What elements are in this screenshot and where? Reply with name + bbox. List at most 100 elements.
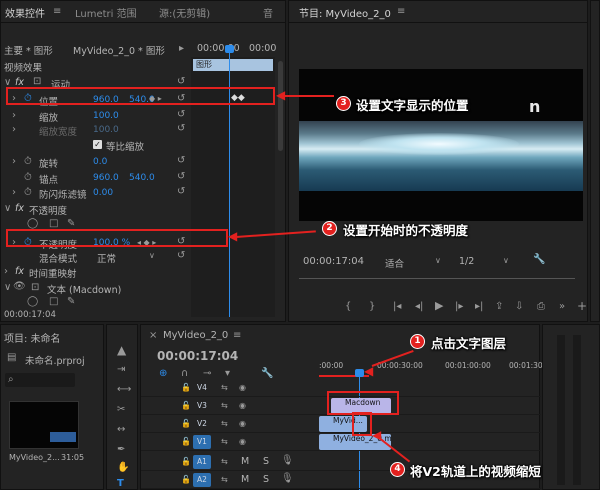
ellipse-mask-icon[interactable]: ◯ <box>27 219 38 229</box>
tab-audio[interactable]: 音 <box>263 5 273 20</box>
more-icon[interactable]: » <box>559 302 565 312</box>
pen-mask-icon[interactable]: ✎ <box>67 219 75 229</box>
microphone-icon[interactable]: 🎙 <box>281 456 294 466</box>
type-tool-icon[interactable]: T <box>117 479 124 489</box>
track-label-v1[interactable]: V1 <box>193 435 211 449</box>
sync-lock-icon[interactable]: ⇆ <box>221 401 228 411</box>
rect-mask-icon[interactable]: □ <box>49 297 58 307</box>
effect-controls-scrollbar[interactable] <box>278 61 283 151</box>
solo-button[interactable]: S <box>263 474 269 485</box>
magnet-icon[interactable]: ∩ <box>181 369 188 379</box>
track-source-a2[interactable]: A2 <box>193 473 211 487</box>
ellipse-mask-icon[interactable]: ◯ <box>27 297 38 307</box>
marker-icon[interactable]: ▾ <box>225 369 230 379</box>
collapse-icon[interactable]: ∨ <box>4 283 11 293</box>
expand-icon[interactable]: › <box>12 188 16 198</box>
fit-select[interactable]: 适合 <box>385 256 404 270</box>
resolution-select[interactable]: 1/2 <box>459 256 474 267</box>
track-select-icon[interactable]: ⇥ <box>117 365 125 375</box>
stopwatch-icon[interactable]: ⏱ <box>24 173 32 183</box>
go-to-out-icon[interactable]: ▸| <box>475 302 483 312</box>
microphone-icon[interactable]: 🎙 <box>281 474 294 484</box>
project-search[interactable]: ⌕ <box>5 373 75 387</box>
chevron-down-icon[interactable]: ∨ <box>435 256 441 266</box>
sync-lock-icon[interactable]: ⇆ <box>221 383 228 393</box>
anchor-x-value[interactable]: 960.0 <box>93 173 119 183</box>
lock-icon[interactable]: 🔓 <box>181 457 191 467</box>
timeline-playhead-handle[interactable] <box>355 369 364 377</box>
lock-icon[interactable]: 🔓 <box>181 401 191 411</box>
close-icon[interactable]: × <box>149 331 157 341</box>
timeline-ruler[interactable]: :00:00 00:00:30:00 00:01:00:00 00:01:30:… <box>319 355 555 377</box>
rotation-value[interactable]: 0.0 <box>93 157 107 167</box>
eye-icon[interactable]: ◉ <box>239 383 246 393</box>
master-clip-label[interactable]: 主要 * 图形 <box>4 43 53 57</box>
sync-lock-icon[interactable]: ⇆ <box>221 457 228 467</box>
collapse-icon[interactable]: ∨ <box>4 204 11 214</box>
slip-icon[interactable]: ↔ <box>117 425 125 435</box>
mark-out-icon[interactable]: } <box>369 302 375 312</box>
hand-icon[interactable]: ✋ <box>117 463 129 473</box>
pen-mask-icon[interactable]: ✎ <box>67 297 75 307</box>
wrench-icon[interactable]: 🔧 <box>533 255 545 265</box>
timeline-title[interactable]: MyVideo_2_0 <box>163 330 228 341</box>
solo-button[interactable]: S <box>263 456 269 467</box>
lock-icon[interactable]: 🔓 <box>181 475 191 485</box>
eye-icon[interactable]: ◉ <box>239 419 246 429</box>
mini-playhead-handle[interactable] <box>225 45 234 53</box>
play-only-icon[interactable]: ▸ <box>179 44 184 54</box>
reset-icon[interactable]: ↺ <box>177 77 185 87</box>
export-frame-icon[interactable]: ⎙ <box>537 302 545 312</box>
flicker-value[interactable]: 0.00 <box>93 188 113 198</box>
play-icon[interactable]: ▶ <box>435 300 443 311</box>
track-label-v3[interactable]: V3 <box>193 399 211 413</box>
step-forward-icon[interactable]: |▸ <box>455 302 463 312</box>
reset-icon[interactable]: ↺ <box>177 124 185 134</box>
chevron-down-icon[interactable]: ∨ <box>149 251 155 261</box>
add-icon[interactable]: + <box>577 300 587 312</box>
menu-icon[interactable]: ≡ <box>233 331 241 341</box>
project-title[interactable]: 项目: 未命名 <box>4 330 61 345</box>
program-title[interactable]: 节目: MyVideo_2_0 <box>299 5 391 20</box>
go-to-in-icon[interactable]: |◂ <box>393 302 401 312</box>
lift-icon[interactable]: ⇪ <box>495 302 503 312</box>
blend-mode-select[interactable]: 正常 <box>97 251 116 265</box>
wrench-icon[interactable]: 🔧 <box>261 369 273 379</box>
reset-icon[interactable]: ↺ <box>177 110 185 120</box>
expand-icon[interactable]: › <box>12 125 16 135</box>
menu-icon[interactable]: ≡ <box>53 7 61 17</box>
step-back-icon[interactable]: ◂| <box>415 302 423 312</box>
visibility-icon[interactable]: 👁 <box>13 282 26 292</box>
reset-icon[interactable]: ↺ <box>177 187 185 197</box>
expand-icon[interactable]: › <box>12 157 16 167</box>
extract-icon[interactable]: ⇩ <box>515 302 523 312</box>
sync-lock-icon[interactable]: ⇆ <box>221 475 228 485</box>
eye-icon[interactable]: ◉ <box>239 437 246 447</box>
rect-mask-icon[interactable]: □ <box>49 219 58 229</box>
tab-lumetri-scopes[interactable]: Lumetri 范围 <box>75 5 137 20</box>
mute-button[interactable]: M <box>241 474 249 485</box>
ripple-edit-icon[interactable]: ⟷ <box>117 385 131 395</box>
expand-icon[interactable]: › <box>12 111 16 121</box>
sync-lock-icon[interactable]: ⇆ <box>221 419 228 429</box>
sequence-clip-label[interactable]: MyVideo_2_0 * 图形 <box>73 43 165 57</box>
tab-effect-controls[interactable]: 效果控件 <box>5 5 45 20</box>
tab-source[interactable]: 源:(无剪辑) <box>159 5 210 20</box>
eye-icon[interactable]: ◉ <box>239 401 246 411</box>
expand-icon[interactable]: › <box>4 267 8 277</box>
lock-icon[interactable]: 🔓 <box>181 383 191 393</box>
stopwatch-icon[interactable]: ⏱ <box>24 157 32 167</box>
mute-button[interactable]: M <box>241 456 249 467</box>
track-label-v4[interactable]: V4 <box>193 381 211 395</box>
chevron-down-icon[interactable]: ∨ <box>503 256 509 266</box>
reset-icon[interactable]: ↺ <box>177 156 185 166</box>
selection-tool-icon[interactable]: ▲ <box>117 344 126 356</box>
uniform-scale-checkbox[interactable]: ✓ <box>93 140 102 149</box>
lock-icon[interactable]: 🔓 <box>181 437 191 447</box>
track-label-v2[interactable]: V2 <box>193 417 211 431</box>
monitor-scrubber[interactable] <box>299 273 575 279</box>
reset-icon[interactable]: ↺ <box>177 172 185 182</box>
scale-value[interactable]: 100.0 <box>93 111 119 121</box>
video-frame[interactable]: n <box>299 69 583 221</box>
linked-icon[interactable]: ⊸ <box>203 369 211 379</box>
